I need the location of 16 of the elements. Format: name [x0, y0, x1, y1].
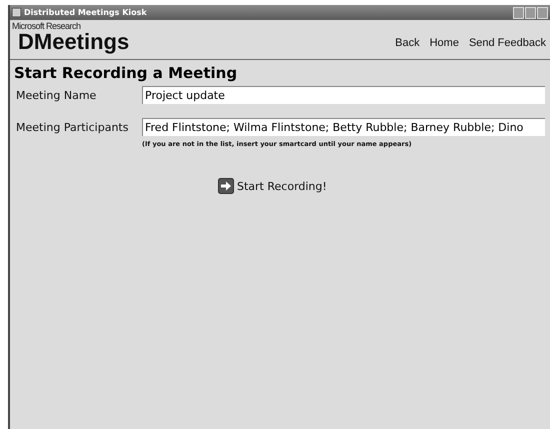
page-heading: Start Recording a Meeting — [14, 64, 238, 82]
brand-subtitle: Microsoft Research — [12, 22, 82, 31]
nav-link[interactable]: Home — [430, 37, 459, 49]
app-icon — [12, 8, 21, 17]
nav-link[interactable]: Send Feedback — [468, 37, 546, 49]
input-field[interactable]: Project update — [142, 86, 545, 104]
start-recording-button[interactable]: Start Recording! — [218, 178, 327, 194]
minimize-button[interactable] — [513, 6, 524, 18]
close-button[interactable] — [537, 6, 548, 18]
field-label: Meeting Name — [16, 88, 98, 102]
maximize-button[interactable] — [525, 6, 536, 18]
input-field[interactable]: Fred Flintstone; Wilma Flintstone; Betty Rubble; Barney Rubble; Dino — [142, 118, 545, 136]
window-title: Distributed Meetings Kiosk — [24, 8, 147, 17]
brand-logo: DMeetings — [18, 31, 130, 53]
nav-link[interactable]: Back — [395, 37, 420, 49]
field-label: Meeting Participants — [16, 120, 130, 134]
